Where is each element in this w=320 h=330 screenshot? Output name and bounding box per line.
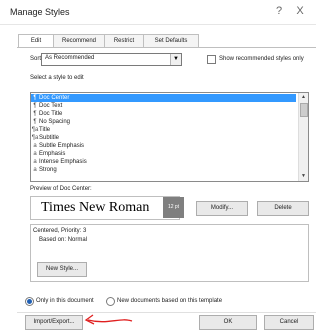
style-name: Title [39, 127, 51, 133]
style-name: Intense Emphasis [39, 159, 87, 165]
style-preview: Times New Roman [30, 196, 180, 220]
cancel-button[interactable]: Cancel [264, 315, 314, 330]
list-item[interactable]: a Strong [31, 166, 296, 174]
list-item[interactable]: ¶ No Spacing [31, 118, 296, 126]
linked-style-icon: ¶a [31, 127, 39, 133]
new-documents-label: New documents based on this template [117, 298, 223, 304]
paragraph-style-icon: ¶ [33, 95, 37, 101]
list-item[interactable]: ¶ Doc Title [31, 110, 296, 118]
select-style-label: Select a style to edit [30, 75, 84, 81]
new-style-button[interactable]: New Style... [37, 262, 87, 277]
style-name: Strong [39, 167, 57, 173]
style-name: Doc Title [39, 111, 63, 117]
preview-label: Preview of Doc Center: [30, 186, 92, 192]
only-in-this-document-label: Only in this document [36, 298, 94, 304]
help-button[interactable]: ? [272, 4, 286, 18]
style-name: Subtitle [39, 135, 60, 141]
character-style-icon: a [33, 143, 37, 149]
list-item[interactable]: a Subtle Emphasis [31, 142, 296, 150]
show-recommended-checkbox[interactable] [207, 55, 216, 64]
character-style-icon: a [33, 159, 37, 165]
style-list[interactable]: ¶ Doc Center ¶ Doc Text ¶ Doc Title ¶ No Spa… [30, 92, 309, 182]
modify-button[interactable]: Modify... [196, 201, 248, 216]
tab-edit[interactable]: Edit [18, 34, 54, 48]
show-recommended-label: Show recommended styles only [219, 56, 304, 62]
preview-size: 12 pt [163, 197, 184, 218]
list-item[interactable]: ¶ Doc Center [31, 94, 296, 102]
title-bar: Manage Styles ? X [0, 0, 316, 25]
style-name: Doc Center [39, 95, 70, 101]
paragraph-style-icon: ¶ [33, 111, 37, 117]
close-button[interactable]: X [293, 4, 307, 18]
list-item[interactable]: ¶aSubtitle [31, 134, 296, 142]
chevron-down-icon[interactable]: ▼ [170, 54, 181, 65]
dialog-title: Manage Styles [10, 7, 70, 17]
delete-button[interactable]: Delete [257, 201, 309, 216]
radio-selected-dot [27, 299, 32, 304]
tab-recommend[interactable]: Recommend [53, 34, 105, 47]
style-name: Doc Text [39, 103, 63, 109]
paragraph-style-icon: ¶ [33, 119, 37, 125]
new-documents-radio[interactable] [106, 297, 115, 306]
scroll-up-icon[interactable]: ▲ [299, 93, 308, 102]
import-export-button[interactable]: Import/Export... [25, 315, 83, 330]
paragraph-style-icon: ¶ [33, 103, 37, 109]
scrollbar-thumb[interactable] [300, 103, 308, 117]
scroll-down-icon[interactable]: ▼ [299, 172, 308, 181]
preview-font-name: Times New Roman [41, 200, 150, 215]
manage-styles-dialog: Manage Styles ? X Edit Recommend Restric… [0, 0, 316, 330]
style-list-scrollbar[interactable]: ▲ ▼ [298, 93, 308, 181]
tab-restrict[interactable]: Restrict [104, 34, 144, 47]
tab-set-defaults[interactable]: Set Defaults [143, 34, 199, 47]
description-line-2: Based on: Normal [39, 237, 88, 243]
style-name: Emphasis [39, 151, 66, 157]
character-style-icon: a [33, 151, 37, 157]
sort-order-value: As Recommended [45, 55, 95, 61]
style-name: Subtle Emphasis [39, 143, 85, 149]
ok-button[interactable]: OK [199, 315, 257, 330]
sort-order-select[interactable]: As Recommended ▼ [41, 53, 182, 66]
style-name: No Spacing [39, 119, 71, 125]
character-style-icon: a [33, 167, 37, 173]
annotation-arrow-icon [84, 314, 133, 325]
list-item[interactable]: ¶aTitle [31, 126, 296, 134]
only-in-this-document-radio[interactable] [25, 297, 34, 306]
list-item[interactable]: a Emphasis [31, 150, 296, 158]
footer-divider [17, 312, 316, 313]
description-line-1: Centered, Priority: 3 [33, 228, 87, 234]
linked-style-icon: ¶a [31, 135, 39, 141]
list-item[interactable]: a Intense Emphasis [31, 158, 296, 166]
list-item[interactable]: ¶ Doc Text [31, 102, 296, 110]
